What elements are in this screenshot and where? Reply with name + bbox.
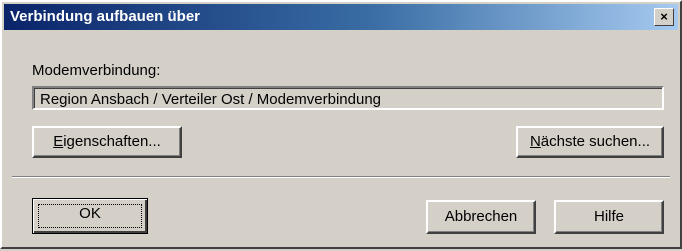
help-label: Hilfe <box>593 208 624 225</box>
close-button[interactable]: × <box>654 8 674 26</box>
cancel-label: Abbrechen <box>444 208 518 225</box>
properties-access-key: E <box>53 133 64 150</box>
find-next-access-key: N <box>529 133 541 150</box>
close-icon: × <box>660 9 668 24</box>
connect-dialog: Verbindung aufbauen über × Modemverbindu… <box>0 0 682 249</box>
find-next-button[interactable]: Nächste suchen... <box>516 126 664 158</box>
focus-rectangle <box>38 204 142 228</box>
help-button[interactable]: Hilfe <box>554 200 664 234</box>
title-bar[interactable]: Verbindung aufbauen über × <box>4 4 678 30</box>
dialog-title: Verbindung aufbauen über <box>10 8 201 25</box>
cancel-button[interactable]: Abbrechen <box>426 200 536 234</box>
find-next-label: ächste suchen... <box>540 133 651 150</box>
connection-field: Region Ansbach / Verteiler Ost / Modemve… <box>32 86 664 110</box>
separator <box>12 176 670 178</box>
connection-label: Modemverbindung: <box>32 62 161 79</box>
ok-button[interactable]: OK <box>32 198 148 234</box>
properties-button[interactable]: Eigenschaften... <box>32 126 182 158</box>
properties-label: igenschaften... <box>63 133 161 150</box>
